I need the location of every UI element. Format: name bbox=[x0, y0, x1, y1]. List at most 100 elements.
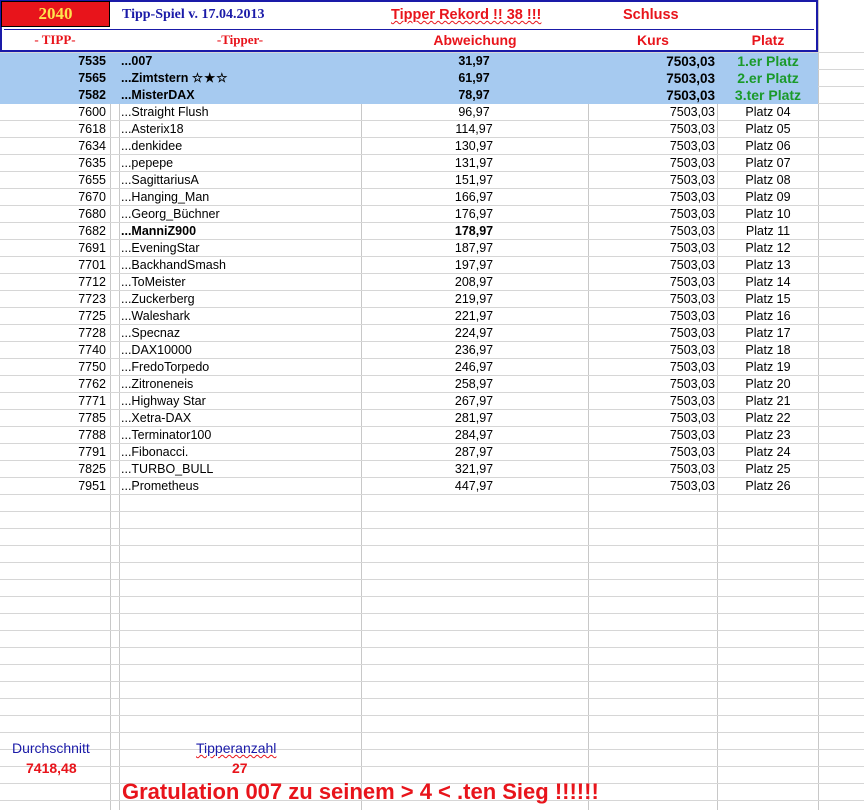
kurs-cell[interactable]: 7503,03 bbox=[590, 427, 715, 444]
platz-cell[interactable]: Platz 09 bbox=[718, 189, 818, 206]
tipp-cell[interactable]: 7535 bbox=[0, 53, 106, 70]
table-row[interactable]: 7712 ...ToMeister 208,97 7503,03 Platz 14 bbox=[0, 274, 818, 291]
tipp-cell[interactable]: 7600 bbox=[0, 104, 106, 121]
platz-cell[interactable]: Platz 04 bbox=[718, 104, 818, 121]
durchschnitt-value[interactable]: 7418,48 bbox=[26, 760, 77, 776]
table-row[interactable]: 7618 ...Asterix18 114,97 7503,03 Platz 05 bbox=[0, 121, 818, 138]
tipp-cell[interactable]: 7771 bbox=[0, 393, 106, 410]
tipp-cell[interactable]: 7618 bbox=[0, 121, 106, 138]
table-row[interactable]: 7634 ...denkidee 130,97 7503,03 Platz 06 bbox=[0, 138, 818, 155]
platz-cell[interactable]: 1.er Platz bbox=[718, 53, 818, 70]
tipper-cell[interactable]: ...BackhandSmash bbox=[121, 257, 359, 274]
abweichung-cell[interactable]: 246,97 bbox=[363, 359, 585, 376]
year-cell[interactable]: 2040 bbox=[1, 1, 110, 27]
tipp-cell[interactable]: 7723 bbox=[0, 291, 106, 308]
platz-cell[interactable]: Platz 19 bbox=[718, 359, 818, 376]
tipp-cell[interactable]: 7670 bbox=[0, 189, 106, 206]
table-row[interactable]: 7825 ...TURBO_BULL 321,97 7503,03 Platz 25 bbox=[0, 461, 818, 478]
tipp-cell[interactable]: 7680 bbox=[0, 206, 106, 223]
tipp-cell[interactable]: 7701 bbox=[0, 257, 106, 274]
kurs-cell[interactable]: 7503,03 bbox=[590, 206, 715, 223]
tipperanzahl-label[interactable]: Tipperanzahl bbox=[196, 740, 276, 756]
tipper-cell[interactable]: ...Straight Flush bbox=[121, 104, 359, 121]
kurs-cell[interactable]: 7503,03 bbox=[590, 410, 715, 427]
abweichung-cell[interactable]: 178,97 bbox=[363, 223, 585, 240]
tipper-cell[interactable]: ...TURBO_BULL bbox=[121, 461, 359, 478]
platz-cell[interactable]: Platz 25 bbox=[718, 461, 818, 478]
gratulation-banner[interactable]: Gratulation 007 zu seinem > 4 < .ten Sie… bbox=[122, 779, 599, 805]
abweichung-cell[interactable]: 166,97 bbox=[363, 189, 585, 206]
table-row[interactable]: 7791 ...Fibonacci. 287,97 7503,03 Platz 24 bbox=[0, 444, 818, 461]
col-header-platz[interactable]: Platz bbox=[718, 30, 818, 50]
abweichung-cell[interactable]: 258,97 bbox=[363, 376, 585, 393]
abweichung-cell[interactable]: 151,97 bbox=[363, 172, 585, 189]
kurs-cell[interactable]: 7503,03 bbox=[590, 70, 715, 87]
tipp-cell[interactable]: 7951 bbox=[0, 478, 106, 495]
platz-cell[interactable]: Platz 18 bbox=[718, 342, 818, 359]
abweichung-cell[interactable]: 114,97 bbox=[363, 121, 585, 138]
kurs-cell[interactable]: 7503,03 bbox=[590, 240, 715, 257]
tipper-cell[interactable]: ...Highway Star bbox=[121, 393, 359, 410]
tipper-cell[interactable]: ...Zuckerberg bbox=[121, 291, 359, 308]
table-row[interactable]: 7582 ...MisterDAX 78,97 7503,03 3.ter Platz bbox=[0, 87, 818, 104]
record-cell[interactable]: Tipper Rekord !! 38 !!! bbox=[391, 4, 541, 26]
tipper-cell[interactable]: ...EveningStar bbox=[121, 240, 359, 257]
tipper-cell[interactable]: ...denkidee bbox=[121, 138, 359, 155]
kurs-cell[interactable]: 7503,03 bbox=[590, 223, 715, 240]
tipper-cell[interactable]: ...Prometheus bbox=[121, 478, 359, 495]
tipp-cell[interactable]: 7788 bbox=[0, 427, 106, 444]
abweichung-cell[interactable]: 236,97 bbox=[363, 342, 585, 359]
tipper-cell[interactable]: ...MisterDAX bbox=[121, 87, 359, 104]
platz-cell[interactable]: Platz 13 bbox=[718, 257, 818, 274]
col-header-tipp[interactable]: - TIPP- bbox=[0, 30, 110, 50]
kurs-cell[interactable]: 7503,03 bbox=[590, 393, 715, 410]
kurs-cell[interactable]: 7503,03 bbox=[590, 291, 715, 308]
platz-cell[interactable]: 2.er Platz bbox=[718, 70, 818, 87]
table-row[interactable]: 7740 ...DAX10000 236,97 7503,03 Platz 18 bbox=[0, 342, 818, 359]
kurs-cell[interactable]: 7503,03 bbox=[590, 478, 715, 495]
platz-cell[interactable]: Platz 11 bbox=[718, 223, 818, 240]
table-row[interactable]: 7655 ...SagittariusA 151,97 7503,03 Platz 08 bbox=[0, 172, 818, 189]
tipper-cell[interactable]: ...ToMeister bbox=[121, 274, 359, 291]
platz-cell[interactable]: Platz 26 bbox=[718, 478, 818, 495]
abweichung-cell[interactable]: 267,97 bbox=[363, 393, 585, 410]
platz-cell[interactable]: Platz 23 bbox=[718, 427, 818, 444]
kurs-cell[interactable]: 7503,03 bbox=[590, 155, 715, 172]
kurs-cell[interactable]: 7503,03 bbox=[590, 53, 715, 70]
abweichung-cell[interactable]: 131,97 bbox=[363, 155, 585, 172]
platz-cell[interactable]: Platz 20 bbox=[718, 376, 818, 393]
tipper-cell[interactable]: ...Xetra-DAX bbox=[121, 410, 359, 427]
tipp-cell[interactable]: 7785 bbox=[0, 410, 106, 427]
kurs-cell[interactable]: 7503,03 bbox=[590, 138, 715, 155]
col-header-tipper[interactable]: -Tipper- bbox=[120, 30, 360, 50]
tipper-cell[interactable]: ...Terminator100 bbox=[121, 427, 359, 444]
tipper-cell[interactable]: ...pepepe bbox=[121, 155, 359, 172]
abweichung-cell[interactable]: 208,97 bbox=[363, 274, 585, 291]
abweichung-cell[interactable]: 197,97 bbox=[363, 257, 585, 274]
tipper-cell[interactable]: ...Zimtstern ☆★☆ bbox=[121, 70, 359, 87]
table-row[interactable]: 7951 ...Prometheus 447,97 7503,03 Platz 26 bbox=[0, 478, 818, 495]
sheet-title[interactable]: Tipp-Spiel v. 17.04.2013 bbox=[122, 4, 265, 26]
kurs-cell[interactable]: 7503,03 bbox=[590, 308, 715, 325]
abweichung-cell[interactable]: 224,97 bbox=[363, 325, 585, 342]
platz-cell[interactable]: Platz 15 bbox=[718, 291, 818, 308]
tipp-cell[interactable]: 7635 bbox=[0, 155, 106, 172]
platz-cell[interactable]: Platz 22 bbox=[718, 410, 818, 427]
abweichung-cell[interactable]: 96,97 bbox=[363, 104, 585, 121]
abweichung-cell[interactable]: 287,97 bbox=[363, 444, 585, 461]
platz-cell[interactable]: Platz 24 bbox=[718, 444, 818, 461]
tipp-cell[interactable]: 7582 bbox=[0, 87, 106, 104]
platz-cell[interactable]: Platz 14 bbox=[718, 274, 818, 291]
platz-cell[interactable]: Platz 07 bbox=[718, 155, 818, 172]
abweichung-cell[interactable]: 219,97 bbox=[363, 291, 585, 308]
col-header-abweichung[interactable]: Abweichung bbox=[362, 30, 588, 50]
table-row[interactable]: 7535 ...007 31,97 7503,03 1.er Platz bbox=[0, 53, 818, 70]
kurs-cell[interactable]: 7503,03 bbox=[590, 359, 715, 376]
kurs-cell[interactable]: 7503,03 bbox=[590, 461, 715, 478]
platz-cell[interactable]: Platz 10 bbox=[718, 206, 818, 223]
tipper-cell[interactable]: ...007 bbox=[121, 53, 359, 70]
tipper-cell[interactable]: ...ManniZ900 bbox=[121, 223, 359, 240]
tipper-cell[interactable]: ...Georg_Büchner bbox=[121, 206, 359, 223]
kurs-cell[interactable]: 7503,03 bbox=[590, 376, 715, 393]
abweichung-cell[interactable]: 321,97 bbox=[363, 461, 585, 478]
